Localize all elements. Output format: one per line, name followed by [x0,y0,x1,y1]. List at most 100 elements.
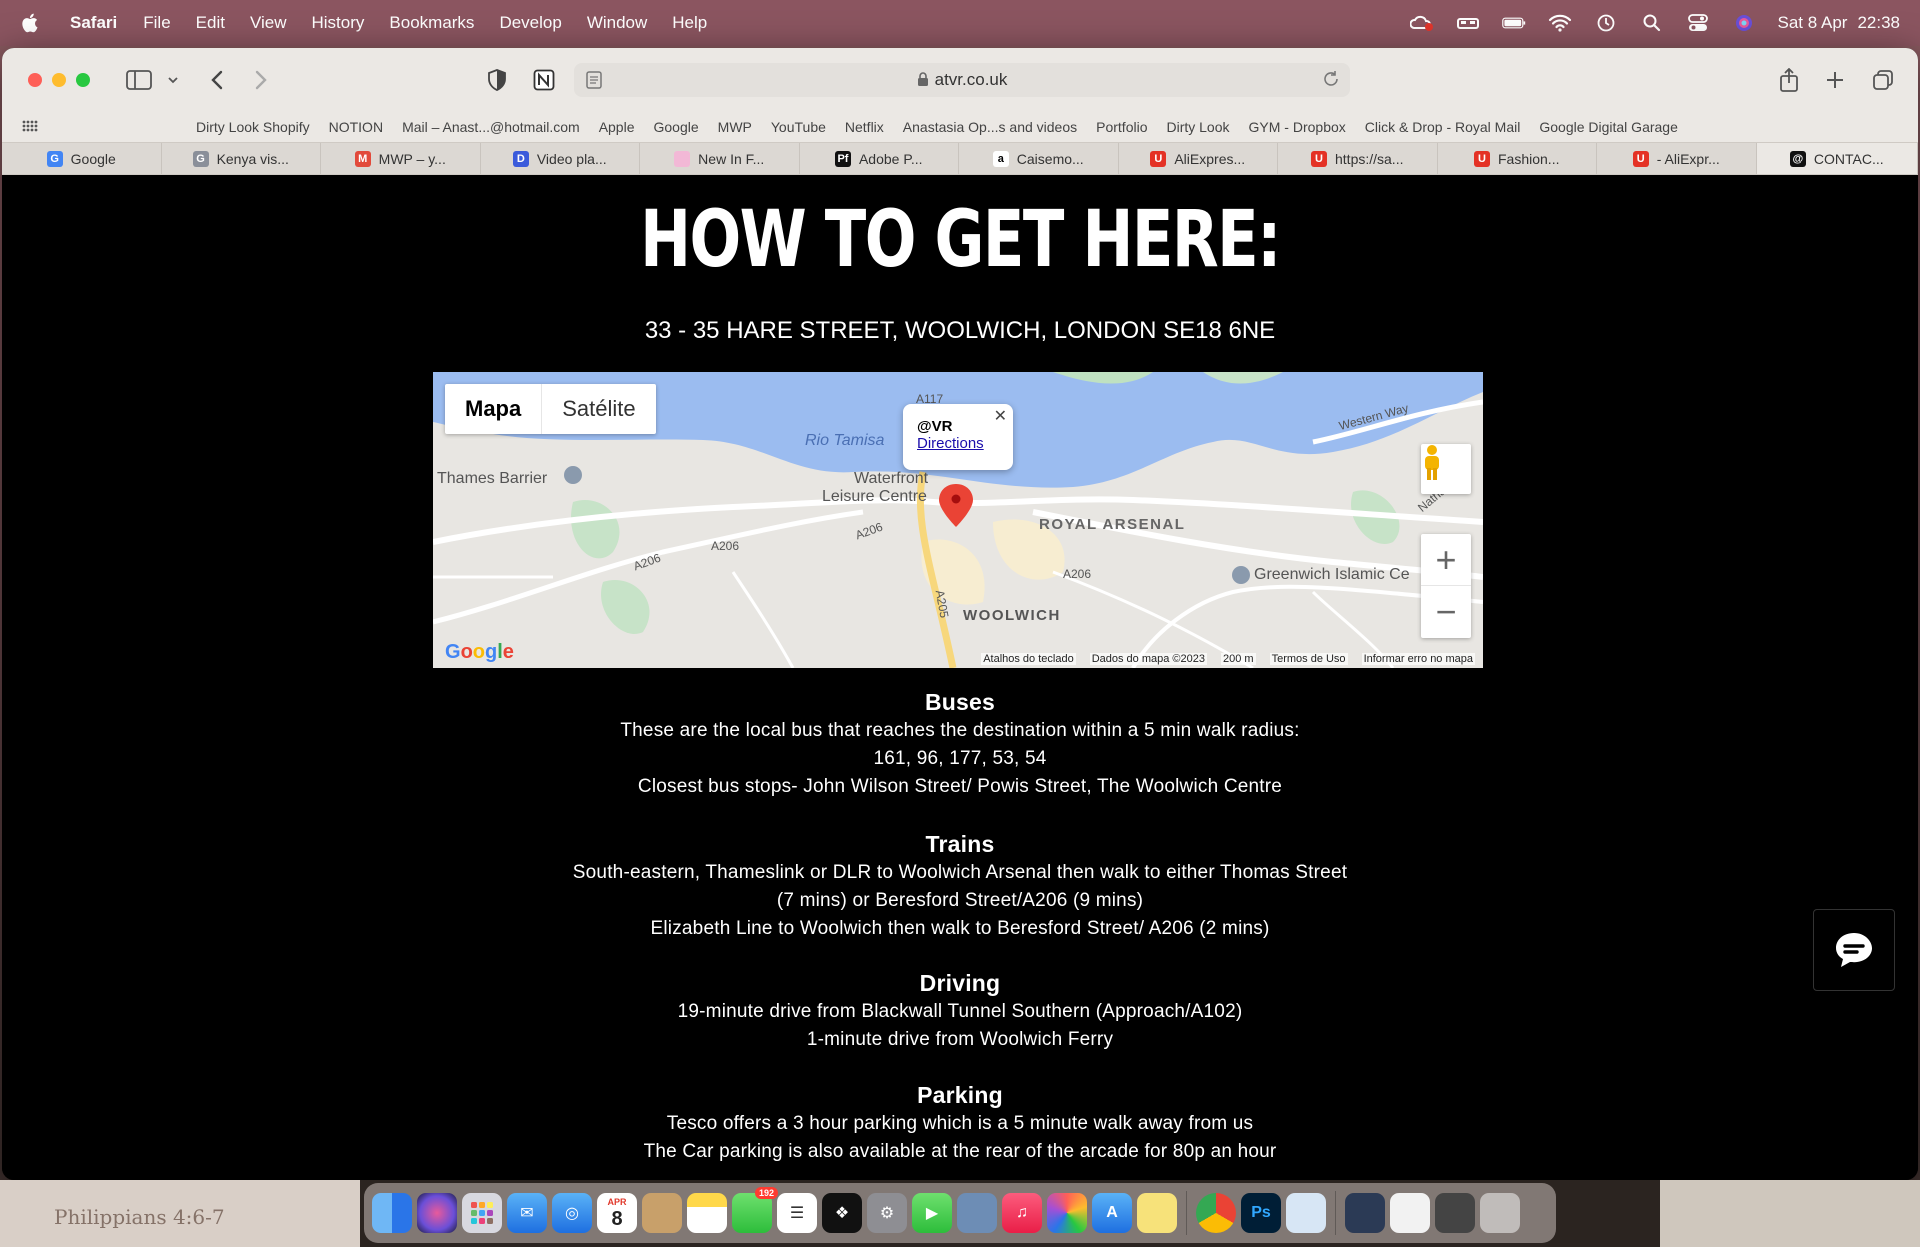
reader-mode-icon[interactable] [586,71,602,94]
browser-tab[interactable]: U AliExpres... [1119,143,1278,174]
notion-extension-icon[interactable] [529,66,559,94]
street-view-pegman-icon[interactable] [1421,444,1471,494]
chevron-down-icon[interactable] [158,66,188,94]
browser-tab[interactable]: New In F... [640,143,800,174]
favorite-link[interactable]: Google [654,119,699,135]
menu-bookmarks[interactable]: Bookmarks [389,13,474,33]
favorite-link[interactable]: Click & Drop - Royal Mail [1365,119,1521,135]
creative-cloud-icon[interactable] [1409,14,1434,32]
map-scale[interactable]: 200 m [1221,653,1256,665]
menu-clock[interactable]: Sat 8 Apr 22:38 [1778,13,1900,33]
zoom-in-button[interactable]: + [1421,534,1471,586]
map-type-map-button[interactable]: Mapa [445,384,543,434]
apple-logo-icon[interactable] [20,12,42,34]
favorite-link[interactable]: Dirty Look [1166,119,1229,135]
favorite-link[interactable]: Mail – Anast...@hotmail.com [402,119,580,135]
zoom-out-button[interactable]: − [1421,586,1471,638]
report-error-link[interactable]: Informar erro no mapa [1361,653,1475,665]
calendar-month: APR [607,1197,627,1207]
share-icon[interactable] [1774,66,1804,94]
favorite-link[interactable]: Netflix [845,119,884,135]
forward-button[interactable] [246,66,276,94]
favorite-link[interactable]: Anastasia Op...s and videos [903,119,1077,135]
menu-app-name[interactable]: Safari [70,13,117,33]
favorite-link[interactable]: Google Digital Garage [1539,119,1678,135]
fullscreen-window-button[interactable] [76,73,90,87]
system-settings-icon[interactable]: ⚙ [867,1193,907,1233]
close-icon[interactable]: ✕ [994,406,1007,426]
safari-icon[interactable]: ◎ [552,1193,592,1233]
favorite-link[interactable]: Dirty Look Shopify [196,119,310,135]
directions-link[interactable]: Directions [917,435,1013,452]
terms-link[interactable]: Termos de Uso [1269,653,1348,665]
wifi-icon[interactable] [1548,14,1572,32]
recent-document-icon[interactable] [1435,1193,1475,1233]
dropbox-icon[interactable]: ❖ [822,1193,862,1233]
google-map[interactable]: Rio Tamisa Thames Barrier Waterfront Lei… [433,372,1483,668]
photos-icon[interactable] [1047,1193,1087,1233]
favorite-link[interactable]: NOTION [329,119,383,135]
favorite-link[interactable]: YouTube [771,119,826,135]
map-type-satellite-button[interactable]: Satélite [542,384,655,434]
sidebar-toggle-icon[interactable] [124,66,154,94]
photoshop-icon[interactable]: Ps [1241,1193,1281,1233]
messages-icon[interactable]: 192 [732,1187,778,1233]
menu-develop[interactable]: Develop [499,13,561,33]
browser-tab[interactable]: D Video pla... [481,143,640,174]
tab-overview-icon[interactable] [1868,66,1898,94]
stickies-icon[interactable] [1137,1193,1177,1233]
address-bar[interactable]: atvr.co.uk [574,63,1350,97]
keyboard-shortcuts-link[interactable]: Atalhos do teclado [981,653,1076,665]
time-machine-icon[interactable] [1594,14,1618,32]
browser-tab[interactable]: @ CONTAC... [1756,143,1918,174]
menu-edit[interactable]: Edit [196,13,225,33]
control-center-icon[interactable] [1686,14,1710,32]
favorite-link[interactable]: Portfolio [1096,119,1147,135]
music-icon[interactable]: ♫ [1002,1193,1042,1233]
reminders-icon[interactable]: ☰ [777,1193,817,1233]
menu-file[interactable]: File [143,13,170,33]
quicktime-icon[interactable] [1286,1193,1326,1233]
browser-tab[interactable]: U - AliExpr... [1597,143,1757,174]
chrome-icon[interactable] [1196,1193,1236,1233]
chat-widget-button[interactable] [1813,909,1895,991]
preview-icon[interactable] [957,1193,997,1233]
trash-icon[interactable] [1480,1193,1520,1233]
favorite-link[interactable]: GYM - Dropbox [1249,119,1346,135]
browser-tab[interactable]: G Kenya vis... [162,143,321,174]
browser-tab[interactable]: G Google [2,143,162,174]
browser-tab[interactable]: M MWP – y... [321,143,481,174]
spotlight-search-icon[interactable] [1640,14,1664,32]
battery-icon[interactable] [1501,14,1526,32]
facetime-icon[interactable]: ▶ [912,1193,952,1233]
browser-tab[interactable]: Pf Adobe P... [800,143,959,174]
favorite-link[interactable]: MWP [718,119,752,135]
launchpad-icon[interactable] [462,1193,502,1233]
recent-document-icon[interactable] [1345,1193,1385,1233]
calendar-icon[interactable]: APR 8 [597,1193,637,1233]
favorite-link[interactable]: Apple [599,119,635,135]
sleep-bed-icon[interactable] [1456,14,1480,32]
reload-icon[interactable] [1322,70,1340,93]
browser-tab[interactable]: a Caisemo... [959,143,1119,174]
browser-tab[interactable]: Uhttps://sa... [1278,143,1438,174]
notes-icon[interactable] [687,1193,727,1233]
recent-document-icon[interactable] [1390,1193,1430,1233]
close-window-button[interactable] [28,73,42,87]
new-tab-icon[interactable] [1820,66,1850,94]
minimize-window-button[interactable] [52,73,66,87]
mail-icon[interactable]: ✉ [507,1193,547,1233]
back-button[interactable] [202,66,232,94]
siri-icon[interactable] [1732,14,1756,32]
app-store-icon[interactable]: A [1092,1193,1132,1233]
finder-icon[interactable] [372,1193,412,1233]
browser-tab[interactable]: U Fashion... [1438,143,1597,174]
menu-window[interactable]: Window [587,13,647,33]
privacy-shield-icon[interactable] [482,66,512,94]
menu-help[interactable]: Help [672,13,707,33]
menu-view[interactable]: View [250,13,287,33]
grid-icon[interactable] [22,119,40,135]
siri-icon[interactable] [417,1193,457,1233]
menu-history[interactable]: History [312,13,365,33]
contacts-icon[interactable] [642,1193,682,1233]
